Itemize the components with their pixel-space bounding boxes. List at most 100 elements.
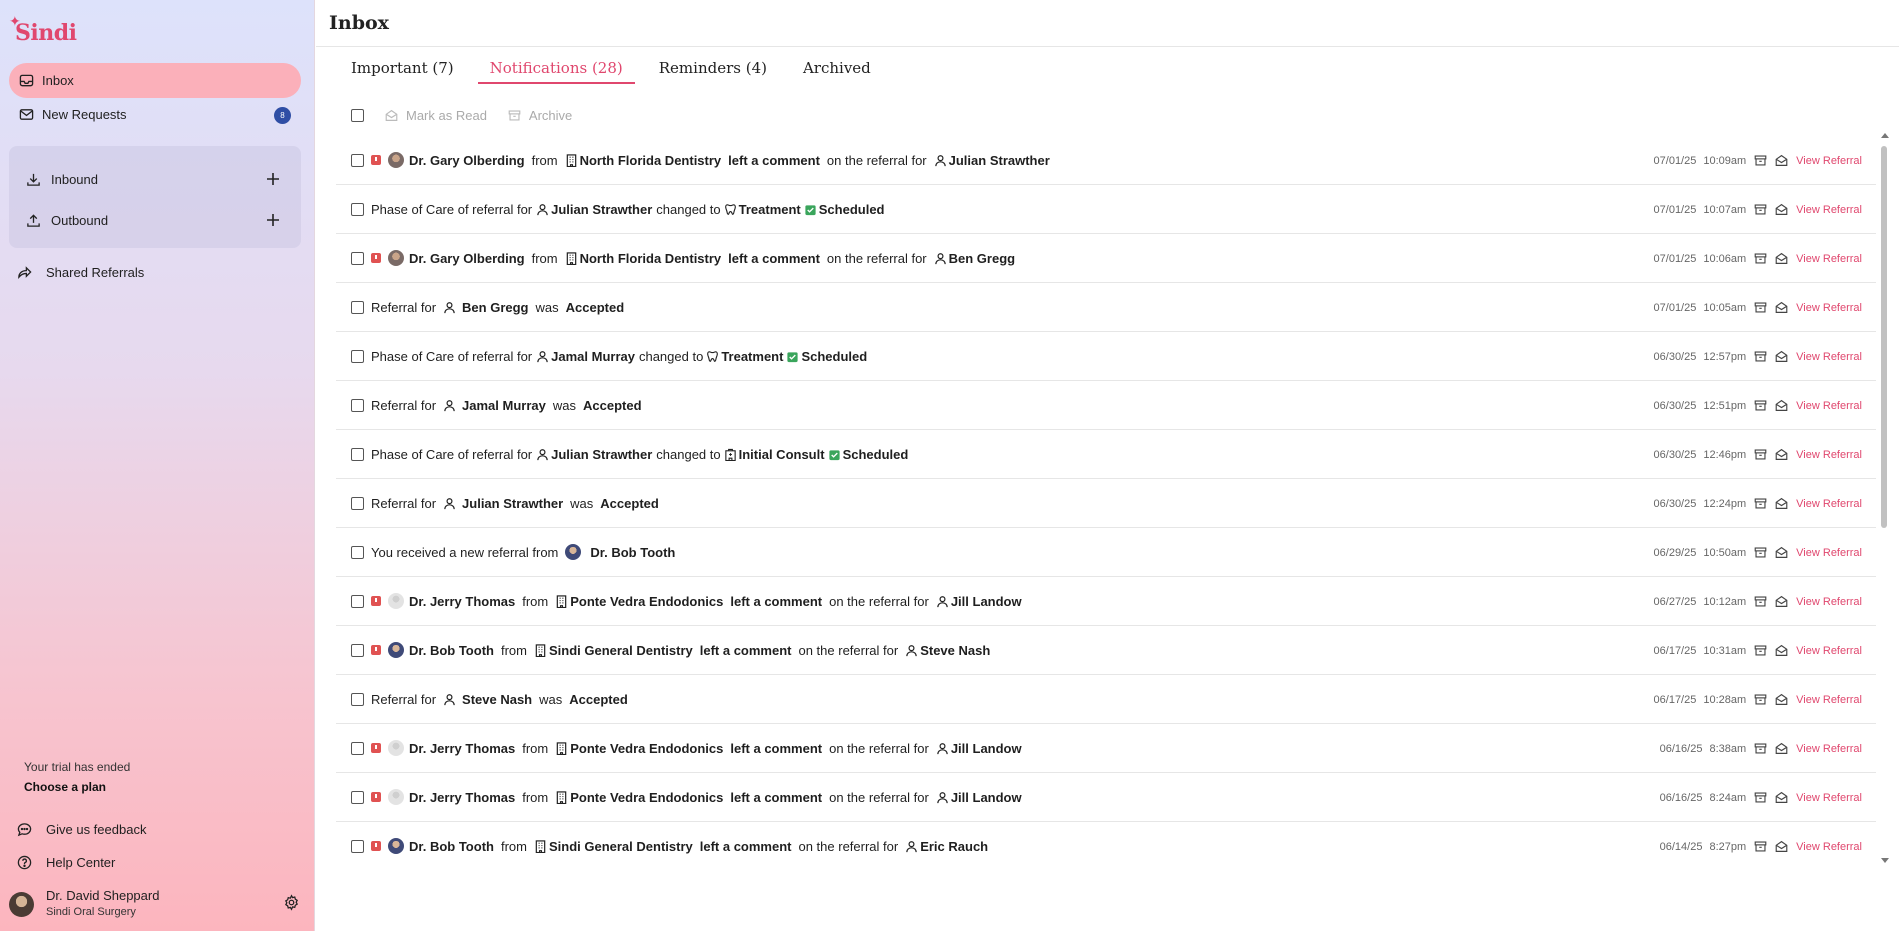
add-outbound-button[interactable] xyxy=(263,210,283,230)
envelope-open-icon[interactable] xyxy=(1775,791,1788,804)
row-checkbox[interactable] xyxy=(351,545,364,559)
row-checkbox[interactable] xyxy=(351,300,364,314)
archive-icon[interactable] xyxy=(1754,693,1767,706)
envelope-open-icon[interactable] xyxy=(1775,301,1788,314)
view-referral-link[interactable]: View Referral xyxy=(1796,792,1862,804)
row-checkbox[interactable] xyxy=(351,790,364,804)
archive-icon[interactable] xyxy=(1754,301,1767,314)
notification-date: 06/16/25 xyxy=(1659,742,1703,755)
envelope-open-icon[interactable] xyxy=(1775,203,1788,216)
row-checkbox[interactable] xyxy=(351,153,364,167)
user-profile[interactable]: Dr. David Sheppard Sindi Oral Surgery xyxy=(9,888,159,920)
scroll-down-arrow[interactable] xyxy=(1881,858,1889,863)
list-item[interactable]: You received a new referral from Dr. Bob … xyxy=(336,528,1876,577)
tab-notifications[interactable]: Notifications (28) xyxy=(477,59,635,84)
list-item[interactable]: Dr. Bob Tooth from Sindi General Dentistry… xyxy=(336,626,1876,675)
list-item[interactable]: Phase of Care of referral for Jamal Murra… xyxy=(336,332,1876,381)
envelope-open-icon[interactable] xyxy=(1775,350,1788,363)
select-all-checkbox[interactable] xyxy=(351,109,364,122)
view-referral-link[interactable]: View Referral xyxy=(1796,596,1862,608)
archive-icon[interactable] xyxy=(1754,497,1767,510)
sidebar-item-outbound[interactable]: Outbound xyxy=(26,205,291,235)
envelope-open-icon[interactable] xyxy=(1775,644,1788,657)
list-item[interactable]: Referral for Jamal Murray was Accepted 06/3… xyxy=(336,381,1876,430)
envelope-open-icon[interactable] xyxy=(1775,840,1788,853)
envelope-open-icon[interactable] xyxy=(1775,742,1788,755)
row-checkbox[interactable] xyxy=(351,643,364,657)
envelope-open-icon[interactable] xyxy=(1775,497,1788,510)
tab-reminders[interactable]: Reminders (4) xyxy=(659,59,767,83)
view-referral-link[interactable]: View Referral xyxy=(1796,302,1862,314)
sidebar-item-inbox[interactable]: Inbox xyxy=(9,63,301,98)
archive-icon[interactable] xyxy=(1754,203,1767,216)
view-referral-link[interactable]: View Referral xyxy=(1796,743,1862,755)
list-item[interactable]: Phase of Care of referral for Julian Stra… xyxy=(336,185,1876,234)
view-referral-link[interactable]: View Referral xyxy=(1796,547,1862,559)
add-inbound-button[interactable] xyxy=(263,169,283,189)
list-item[interactable]: Dr. Jerry Thomas from Ponte Vedra Endodoni… xyxy=(336,577,1876,626)
envelope-open-icon[interactable] xyxy=(1775,252,1788,265)
envelope-open-icon[interactable] xyxy=(1775,546,1788,559)
list-item[interactable]: Phase of Care of referral for Julian Stra… xyxy=(336,430,1876,479)
row-checkbox[interactable] xyxy=(351,349,364,363)
view-referral-link[interactable]: View Referral xyxy=(1796,351,1862,363)
list-item[interactable]: Dr. Jerry Thomas from Ponte Vedra Endodoni… xyxy=(336,773,1876,822)
sidebar-item-shared-referrals[interactable]: Shared Referrals xyxy=(17,257,144,287)
row-checkbox[interactable] xyxy=(351,741,364,755)
choose-plan-link[interactable]: Choose a plan xyxy=(24,780,106,794)
gear-icon[interactable] xyxy=(283,894,300,911)
view-referral-link[interactable]: View Referral xyxy=(1796,841,1862,853)
view-referral-link[interactable]: View Referral xyxy=(1796,694,1862,706)
view-referral-link[interactable]: View Referral xyxy=(1796,449,1862,461)
envelope-open-icon[interactable] xyxy=(1775,448,1788,461)
archive-icon[interactable] xyxy=(1754,399,1767,412)
tab-important[interactable]: Important (7) xyxy=(351,59,454,83)
view-referral-link[interactable]: View Referral xyxy=(1796,498,1862,510)
list-item[interactable]: Dr. Gary Olberding from North Florida Dent… xyxy=(336,136,1876,185)
row-checkbox[interactable] xyxy=(351,251,364,265)
row-checkbox[interactable] xyxy=(351,202,364,216)
row-checkbox[interactable] xyxy=(351,447,364,461)
mark-as-read-button[interactable]: Mark as Read xyxy=(385,108,487,123)
view-referral-link[interactable]: View Referral xyxy=(1796,155,1862,167)
row-checkbox[interactable] xyxy=(351,496,364,510)
archive-icon[interactable] xyxy=(1754,350,1767,363)
list-item[interactable]: Dr. Gary Olberding from North Florida Dent… xyxy=(336,234,1876,283)
archive-icon[interactable] xyxy=(1754,840,1767,853)
row-checkbox[interactable] xyxy=(351,398,364,412)
sidebar-item-new-requests[interactable]: New Requests 8 xyxy=(9,97,301,132)
view-referral-link[interactable]: View Referral xyxy=(1796,400,1862,412)
scrollbar-thumb[interactable] xyxy=(1881,146,1887,528)
archive-icon[interactable] xyxy=(1754,742,1767,755)
scroll-up-arrow[interactable] xyxy=(1881,133,1889,138)
help-center-link[interactable]: Help Center xyxy=(17,852,115,872)
list-item[interactable]: Dr. Jerry Thomas from Ponte Vedra Endodoni… xyxy=(336,724,1876,773)
list-item[interactable]: Referral for Steve Nash was Accepted 06/17/… xyxy=(336,675,1876,724)
archive-icon[interactable] xyxy=(1754,546,1767,559)
archive-icon[interactable] xyxy=(1754,252,1767,265)
archive-icon[interactable] xyxy=(1754,595,1767,608)
list-item[interactable]: Dr. Bob Tooth from Sindi General Dentistry… xyxy=(336,822,1876,868)
envelope-open-icon[interactable] xyxy=(1775,399,1788,412)
feedback-link[interactable]: Give us feedback xyxy=(17,819,146,839)
sidebar-item-inbound[interactable]: Inbound xyxy=(26,164,291,194)
building-icon xyxy=(566,251,576,265)
view-referral-link[interactable]: View Referral xyxy=(1796,645,1862,657)
envelope-open-icon[interactable] xyxy=(1775,154,1788,167)
archive-icon[interactable] xyxy=(1754,154,1767,167)
envelope-open-icon[interactable] xyxy=(1775,693,1788,706)
view-referral-link[interactable]: View Referral xyxy=(1796,204,1862,216)
sindi-logo[interactable]: ✦ Sindi xyxy=(9,14,77,46)
row-checkbox[interactable] xyxy=(351,594,364,608)
archive-button[interactable]: Archive xyxy=(508,108,572,123)
tab-archived[interactable]: Archived xyxy=(803,59,871,83)
row-checkbox[interactable] xyxy=(351,839,364,853)
view-referral-link[interactable]: View Referral xyxy=(1796,253,1862,265)
envelope-open-icon[interactable] xyxy=(1775,595,1788,608)
list-item[interactable]: Referral for Ben Gregg was Accepted 07/01/2… xyxy=(336,283,1876,332)
archive-icon[interactable] xyxy=(1754,791,1767,804)
archive-icon[interactable] xyxy=(1754,644,1767,657)
list-item[interactable]: Referral for Julian Strawther was Accepted … xyxy=(336,479,1876,528)
archive-icon[interactable] xyxy=(1754,448,1767,461)
row-checkbox[interactable] xyxy=(351,692,364,706)
